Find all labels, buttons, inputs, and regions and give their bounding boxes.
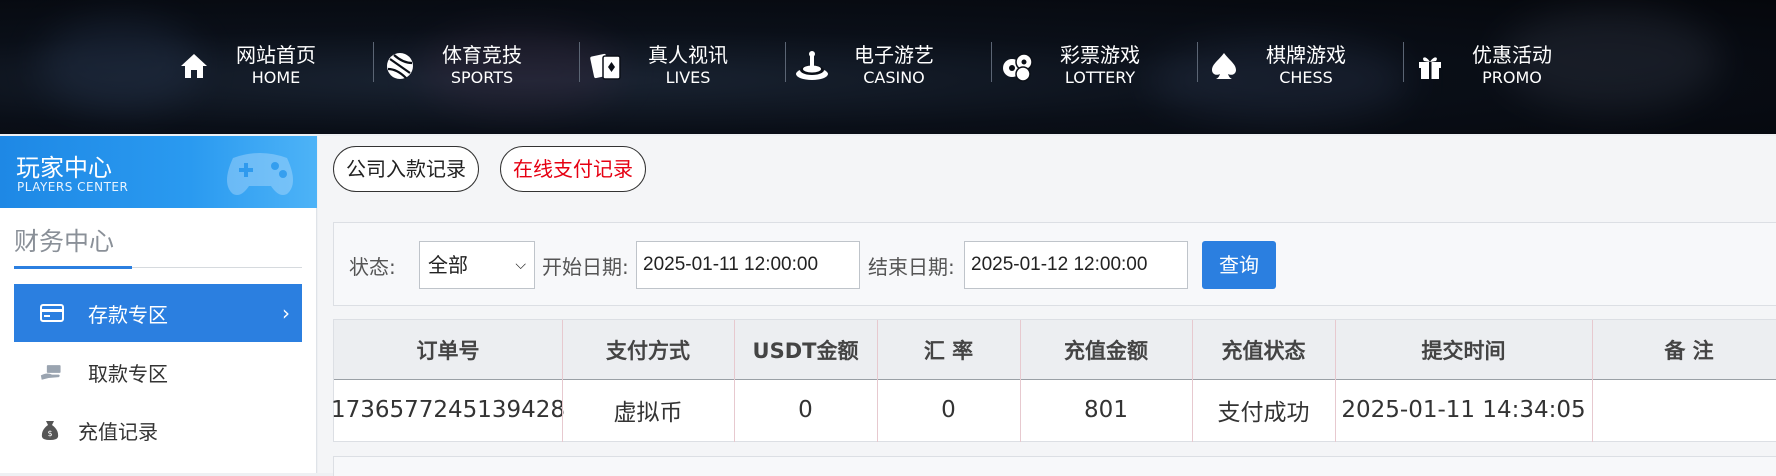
money-bag-icon: $ <box>38 418 62 442</box>
nav-label-en: CHESS <box>1279 68 1333 87</box>
players-center-banner: 玩家中心 PLAYERS CENTER <box>0 136 317 208</box>
sidebar-item-deposit[interactable]: 存款专区 › <box>14 284 302 342</box>
column-divider <box>734 320 735 442</box>
active-underline <box>14 266 132 269</box>
nav-label-en: LIVES <box>665 68 711 87</box>
nav-label-zh: 棋牌游戏 <box>1266 43 1346 67</box>
home-icon <box>174 46 214 86</box>
recharge-status-cell: 支付成功 <box>1217 400 1310 426</box>
cards-icon <box>586 46 626 86</box>
nav-label-en: LOTTERY <box>1064 68 1136 87</box>
exchange-rate-cell: 0 <box>941 397 956 423</box>
start-date-label: 开始日期: <box>542 255 629 279</box>
svg-text:$: $ <box>47 429 52 438</box>
end-date-label: 结束日期: <box>868 255 955 279</box>
chevron-right-icon: › <box>282 301 290 325</box>
nav-item-chess[interactable]: 棋牌游戏 CHESS <box>1197 36 1404 96</box>
column-header: 提交时间 <box>1421 339 1506 363</box>
end-date-input[interactable]: 2025-01-12 12:00:00 <box>964 241 1188 289</box>
column-divider <box>1020 320 1021 442</box>
gamepad-icon <box>221 144 299 204</box>
gift-icon <box>1410 46 1450 86</box>
column-divider <box>1592 320 1593 442</box>
order-number-cell: 1736577245139428 <box>330 397 566 423</box>
column-divider <box>562 320 563 442</box>
chevron-down-icon: ⌵ <box>515 257 526 273</box>
nav-item-lives[interactable]: 真人视讯 LIVES <box>579 36 786 96</box>
filter-bar: 状态: 全部 ⌵ 开始日期: 2025-01-11 12:00:00 结束日期:… <box>333 222 1776 306</box>
banner-title: 玩家中心 <box>16 154 112 182</box>
nav-item-casino[interactable]: 电子游艺 CASINO <box>785 36 992 96</box>
nav-item-lottery[interactable]: 彩票游戏 LOTTERY <box>991 36 1198 96</box>
lottery-balls-icon <box>998 46 1038 86</box>
nav-label-en: PROMO <box>1482 68 1542 87</box>
nav-item-sports[interactable]: 体育竞技 SPORTS <box>373 36 580 96</box>
nav-label-zh: 优惠活动 <box>1472 43 1552 67</box>
column-header: 充值金额 <box>1064 339 1148 363</box>
ball-icon <box>380 46 420 86</box>
nav-label-zh: 彩票游戏 <box>1060 43 1140 67</box>
records-table: 订单号 支付方式 USDT金额 汇 率 充值金额 充值状态 提交时间 备 注 1… <box>330 319 1776 442</box>
column-divider <box>1335 320 1336 442</box>
hand-money-icon <box>40 360 64 384</box>
nav-label-en: SPORTS <box>450 68 514 87</box>
nav-label-zh: 体育竞技 <box>442 43 522 67</box>
status-select[interactable]: 全部 ⌵ <box>419 241 535 289</box>
tab-company-deposit-records[interactable]: 公司入款记录 <box>333 146 479 192</box>
column-divider <box>1192 320 1193 442</box>
sidebar-item-label: 存款专区 <box>88 302 168 327</box>
nav-label-en: HOME <box>251 68 301 87</box>
sidebar: 玩家中心 PLAYERS CENTER 财务中心 存款专区 › 取款专区 $ 充… <box>0 136 317 473</box>
nav-item-home[interactable]: 网站首页 HOME <box>168 36 374 96</box>
finance-center-title: 财务中心 <box>14 227 115 256</box>
nav-label-zh: 真人视讯 <box>648 43 728 67</box>
recharge-amount-cell: 801 <box>1084 397 1128 423</box>
column-header: 汇 率 <box>923 339 974 363</box>
spade-icon <box>1204 46 1244 86</box>
start-date-input[interactable]: 2025-01-11 12:00:00 <box>636 241 860 289</box>
sidebar-item-label: 充值记录 <box>78 419 158 444</box>
sidebar-item-recharge-records[interactable]: $ 充值记录 <box>14 401 302 459</box>
column-header: 备 注 <box>1664 339 1714 363</box>
submit-time-cell: 2025-01-11 14:34:05 <box>1341 397 1586 423</box>
column-header: 充值状态 <box>1221 339 1306 363</box>
remark-cell <box>1592 380 1776 440</box>
column-divider <box>877 320 878 442</box>
nav-item-promo[interactable]: 优惠活动 PROMO <box>1403 36 1610 96</box>
table-row: 1736577245139428 虚拟币 0 0 801 支付成功 2025-0… <box>330 380 1776 442</box>
sidebar-item-label: 取款专区 <box>88 361 168 386</box>
column-header: USDT金额 <box>752 339 859 363</box>
top-nav-bar: 网站首页 HOME 体育竞技 SPORTS 真人视讯 LIVES 电子游艺 CASINO… <box>0 0 1776 134</box>
tab-online-payment-records[interactable]: 在线支付记录 <box>500 146 646 192</box>
card-icon <box>40 301 64 325</box>
banner-subtitle: PLAYERS CENTER <box>17 180 129 194</box>
column-header: 支付方式 <box>606 339 690 363</box>
nav-label-en: CASINO <box>863 68 925 87</box>
sidebar-item-withdraw[interactable]: 取款专区 <box>14 343 302 401</box>
usdt-amount-cell: 0 <box>798 397 813 423</box>
nav-label-zh: 网站首页 <box>236 43 316 67</box>
nav-label-zh: 电子游艺 <box>854 43 934 67</box>
column-header: 订单号 <box>416 339 480 363</box>
query-button[interactable]: 查询 <box>1202 241 1276 289</box>
table-header: 订单号 支付方式 USDT金额 汇 率 充值金额 充值状态 提交时间 备 注 <box>334 320 1776 380</box>
main-content: 公司入款记录 在线支付记录 状态: 全部 ⌵ 开始日期: 2025-01-11 … <box>318 136 1776 476</box>
status-select-value: 全部 <box>428 253 468 277</box>
slot-icon <box>792 46 832 86</box>
pagination-area <box>333 456 1776 476</box>
status-label: 状态: <box>349 255 396 279</box>
payment-method-cell: 虚拟币 <box>613 400 683 426</box>
